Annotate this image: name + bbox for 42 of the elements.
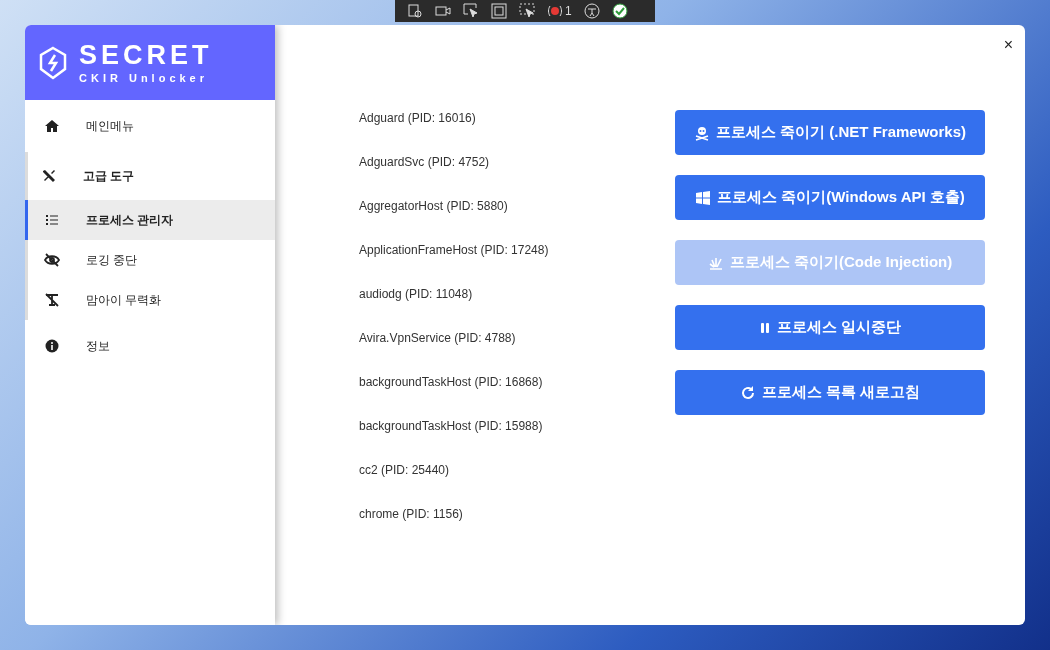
- check-icon[interactable]: [611, 3, 628, 19]
- logo-subtitle: CKIR Unlocker: [79, 72, 210, 84]
- video-icon[interactable]: [435, 3, 451, 19]
- error-count: 1: [565, 3, 572, 20]
- action-button[interactable]: 프로세스 목록 새로고침: [675, 370, 985, 415]
- process-row[interactable]: Avira.VpnService (PID: 4788): [359, 329, 675, 373]
- eye-off-icon: [44, 252, 60, 268]
- process-row[interactable]: AggregatorHost (PID: 5880): [359, 197, 675, 241]
- process-row[interactable]: AdguardSvc (PID: 4752): [359, 153, 675, 197]
- error-icon[interactable]: [547, 3, 563, 19]
- pointer-icon[interactable]: [463, 3, 479, 19]
- sidebar-item[interactable]: 맘아이 무력화: [25, 280, 275, 320]
- process-row[interactable]: chrome (PID: 1156): [359, 505, 675, 549]
- skull-icon: [693, 124, 710, 141]
- sidebar-item[interactable]: 정보: [25, 326, 275, 366]
- list-icon: [44, 212, 60, 228]
- process-row[interactable]: backgroundTaskHost (PID: 16868): [359, 373, 675, 417]
- sidebar-item[interactable]: 로깅 중단: [25, 240, 275, 280]
- action-button[interactable]: 프로세스 일시중단: [675, 305, 985, 350]
- close-button[interactable]: ×: [1003, 33, 1013, 57]
- process-row[interactable]: cc2 (PID: 25440): [359, 461, 675, 505]
- process-row[interactable]: backgroundTaskHost (PID: 15988): [359, 417, 675, 461]
- action-button[interactable]: 프로세스 죽이기(Windows API 호출): [675, 175, 985, 220]
- shield-bolt-icon: [39, 45, 67, 80]
- action-button[interactable]: 프로세스 죽이기 (.NET Frameworks): [675, 110, 985, 155]
- home-icon: [44, 118, 60, 134]
- accessibility-icon[interactable]: [583, 3, 600, 19]
- refresh-icon: [739, 384, 756, 401]
- square-icon[interactable]: [491, 3, 507, 19]
- crossed-tool-icon: [44, 292, 60, 308]
- sidebar-item[interactable]: 메인메뉴: [25, 106, 275, 146]
- pause-icon: [758, 321, 771, 334]
- logo-title: SECRET: [79, 41, 213, 69]
- process-row[interactable]: Adguard (PID: 16016): [359, 109, 675, 153]
- inspect-icon[interactable]: [407, 3, 423, 19]
- windows-icon: [695, 189, 712, 206]
- sidebar-group-header[interactable]: 고급 도구: [28, 152, 275, 200]
- sidebar-item[interactable]: 프로세스 관리자: [25, 200, 275, 240]
- process-row[interactable]: audiodg (PID: 11048): [359, 285, 675, 329]
- info-icon: [44, 338, 60, 354]
- select-area-icon[interactable]: [519, 3, 535, 19]
- process-row[interactable]: ApplicationFrameHost (PID: 17248): [359, 241, 675, 285]
